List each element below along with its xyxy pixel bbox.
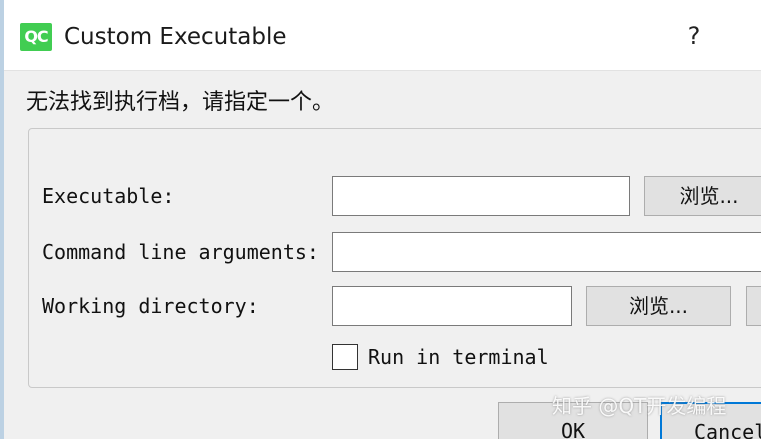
working-directory-browse-button[interactable]: 浏览...	[586, 286, 731, 326]
help-button[interactable]: ?	[676, 18, 712, 54]
executable-input[interactable]	[332, 176, 630, 216]
watermark: 知乎 @QT开发编程	[552, 394, 727, 418]
run-in-terminal-label: Run in terminal	[368, 345, 549, 369]
custom-executable-dialog: QC Custom Executable ? 无法找到执行档，请指定一个。 Ex…	[0, 0, 761, 439]
window-title: Custom Executable	[64, 24, 287, 50]
arguments-input[interactable]	[332, 232, 761, 272]
executable-browse-button[interactable]: 浏览...	[644, 176, 761, 216]
working-directory-input[interactable]	[332, 286, 572, 326]
arguments-label: Command line arguments:	[42, 240, 319, 264]
message-text: 无法找到执行档，请指定一个。	[26, 90, 335, 115]
window-border	[0, 0, 4, 439]
run-in-terminal-checkbox[interactable]	[332, 344, 358, 370]
title-bar: QC Custom Executable ?	[0, 0, 761, 71]
executable-label: Executable:	[42, 184, 175, 208]
working-directory-reset-button[interactable]	[746, 286, 761, 326]
qt-creator-icon: QC	[20, 23, 52, 51]
working-directory-label: Working directory:	[42, 294, 259, 318]
